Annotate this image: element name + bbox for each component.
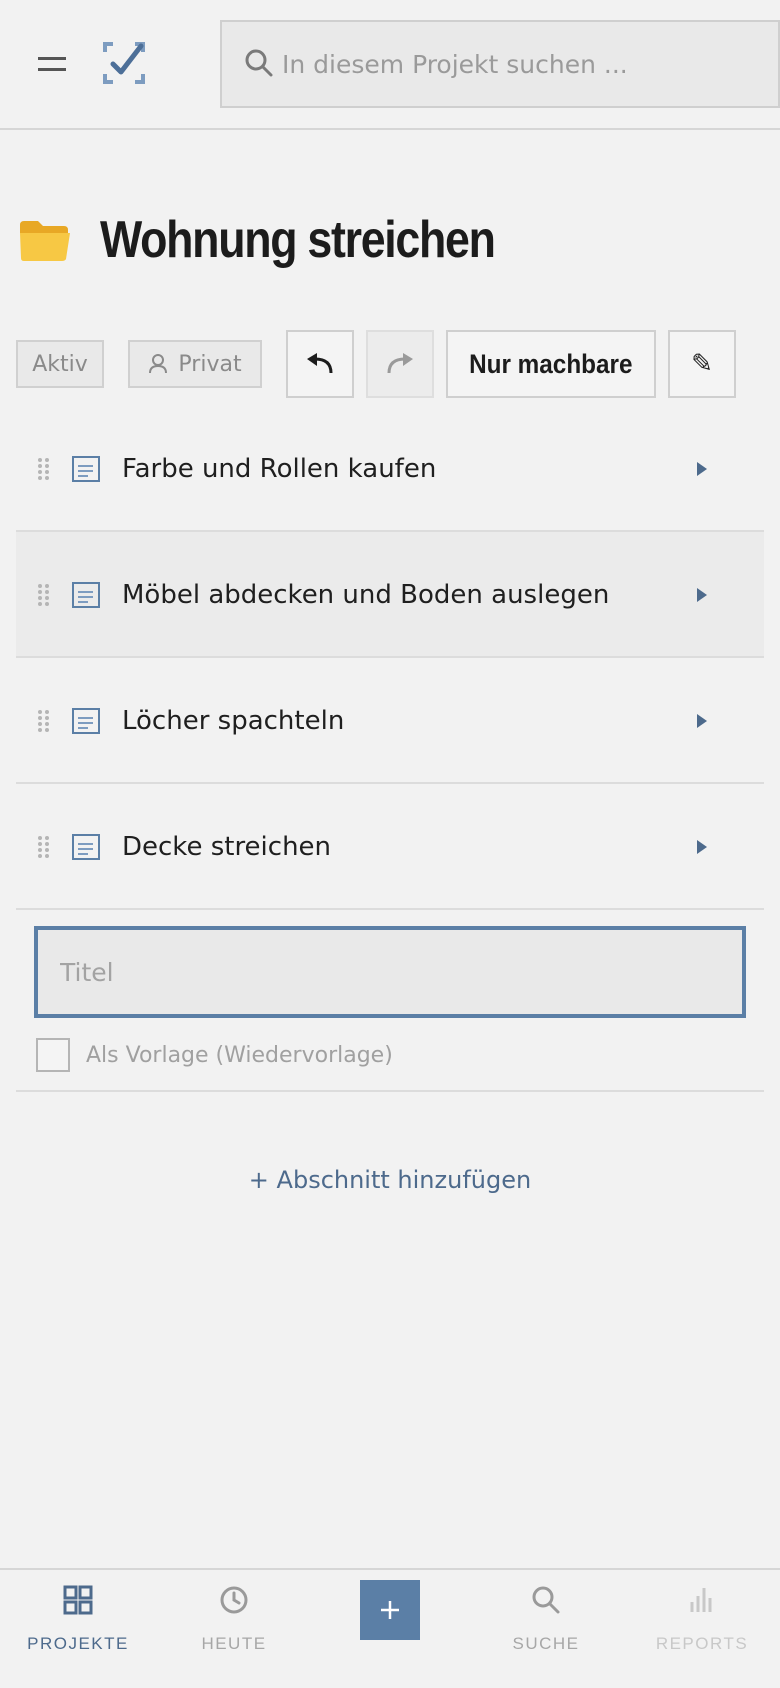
user-icon [149, 354, 168, 374]
nav-today[interactable]: HEUTE [156, 1570, 312, 1688]
nav-label: PROJEKTE [27, 1634, 129, 1653]
nav-search[interactable]: SUCHE [468, 1570, 624, 1688]
checkbox-logo-icon[interactable] [101, 40, 147, 86]
new-task-form: Als Vorlage (Wiedervorlage) [16, 910, 764, 1092]
bottom-nav: PROJEKTE HEUTE SUCHE REPORTS [0, 1568, 780, 1688]
task-label: Farbe und Rollen kaufen [122, 454, 437, 484]
task-label: Möbel abdecken und Boden auslegen [122, 580, 610, 610]
folder-icon [20, 221, 70, 261]
visibility-label: Privat [178, 351, 242, 377]
task-row[interactable]: Löcher spachteln [16, 658, 764, 784]
task-list: Farbe und Rollen kaufen Möbel abdecken u… [16, 406, 764, 910]
nav-label: SUCHE [512, 1634, 580, 1653]
project-title-row: Wohnung streichen [18, 205, 758, 275]
add-section-link[interactable]: + Abschnitt hinzufügen [0, 1160, 780, 1200]
template-checkbox-label[interactable]: Als Vorlage (Wiedervorlage) [86, 1040, 393, 1072]
app-header [0, 0, 780, 130]
task-row[interactable]: Möbel abdecken und Boden auslegen [16, 532, 764, 658]
search-input[interactable] [282, 22, 762, 106]
chevron-right-icon[interactable] [696, 713, 708, 729]
edit-button[interactable]: ✎ [668, 330, 736, 398]
pencil-icon: ✎ [691, 349, 713, 379]
grid-icon [63, 1585, 93, 1615]
template-checkbox[interactable] [36, 1038, 70, 1072]
nav-projects[interactable]: PROJEKTE [0, 1570, 156, 1688]
note-icon [72, 456, 100, 482]
note-icon [72, 834, 100, 860]
nav-reports[interactable]: REPORTS [624, 1570, 780, 1688]
search-icon [532, 1586, 560, 1614]
page-title: Wohnung streichen [100, 211, 496, 269]
task-row[interactable]: Farbe und Rollen kaufen [16, 406, 764, 532]
task-title-input[interactable] [34, 926, 746, 1018]
chevron-right-icon[interactable] [696, 839, 708, 855]
drag-handle-icon[interactable] [38, 584, 50, 606]
search-icon [245, 49, 273, 77]
chevron-right-icon[interactable] [696, 587, 708, 603]
plus-icon [381, 1601, 399, 1619]
redo-icon [387, 353, 413, 374]
drag-handle-icon[interactable] [38, 458, 50, 480]
undo-icon [307, 353, 333, 374]
hamburger-menu-icon[interactable] [38, 55, 66, 73]
note-icon [72, 708, 100, 734]
drag-handle-icon[interactable] [38, 836, 50, 858]
task-label: Löcher spachteln [122, 706, 345, 736]
clock-icon [220, 1586, 248, 1614]
add-button[interactable] [360, 1580, 420, 1640]
drag-handle-icon[interactable] [38, 710, 50, 732]
task-label: Decke streichen [122, 832, 332, 862]
only-doable-filter-button[interactable]: Nur machbare [446, 330, 656, 398]
status-label: Aktiv [32, 351, 88, 377]
search-box[interactable] [220, 20, 780, 108]
visibility-private-button[interactable]: Privat [128, 340, 262, 388]
redo-button[interactable] [366, 330, 434, 398]
nav-add [312, 1570, 468, 1688]
undo-button[interactable] [286, 330, 354, 398]
chevron-right-icon[interactable] [696, 461, 708, 477]
filter-label: Nur machbare [469, 348, 633, 379]
nav-label: REPORTS [655, 1634, 749, 1653]
note-icon [72, 582, 100, 608]
task-row[interactable]: Decke streichen [16, 784, 764, 910]
nav-label: HEUTE [201, 1634, 267, 1653]
bar-chart-icon [690, 1588, 712, 1612]
status-active-button[interactable]: Aktiv [16, 340, 104, 388]
